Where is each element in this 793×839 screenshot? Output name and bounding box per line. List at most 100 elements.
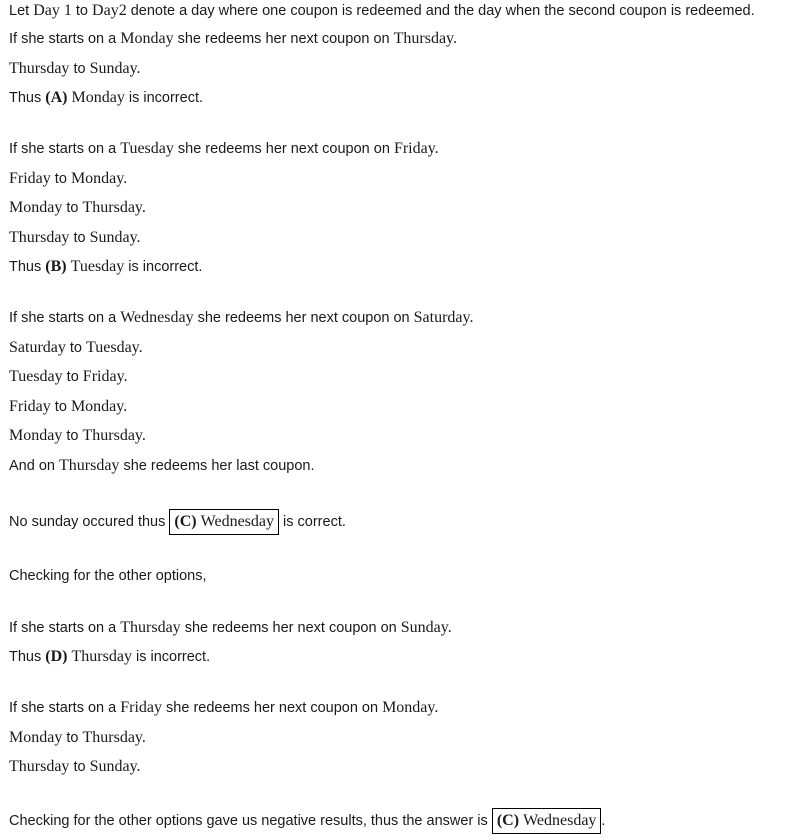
text: If she starts on a [9, 619, 121, 636]
text: Thus [9, 259, 46, 275]
text: she redeems her next coupon on [180, 619, 401, 636]
math-text: Wednesday [523, 812, 597, 830]
math-text: Sunday. [400, 618, 452, 636]
option-label: (B) [45, 258, 67, 275]
last-coupon-line: And on Thursday she redeems her last cou… [9, 451, 789, 481]
solution-document: Let Day 1 to Day2 denote a day where one… [9, 0, 789, 839]
text: to [50, 170, 71, 187]
math-text: Monday [71, 89, 125, 106]
text: to [62, 428, 83, 444]
math-text: Friday [9, 169, 51, 187]
math-text: Wednesday [120, 309, 194, 326]
conclusion-a-line: Thus (A) Monday is incorrect. [9, 83, 789, 113]
boxed-answer: (C) Wednesday [491, 808, 602, 835]
math-text: Monday [9, 728, 63, 746]
text: If she starts on a [9, 700, 121, 716]
math-text: Thursday [9, 228, 70, 246]
math-text: Day2 [92, 2, 127, 19]
option-label: (C) [174, 513, 197, 531]
text: Checking for the other options, [9, 567, 207, 584]
text: she redeems her next coupon on [162, 700, 383, 716]
text: denote a day where one coupon is redeeme… [126, 3, 755, 19]
math-text: Thursday. [82, 427, 146, 444]
option-label: (A) [45, 89, 68, 106]
math-text: Friday [120, 699, 163, 716]
step-line: Thursday to Sunday. [9, 223, 789, 253]
math-text: Tuesday [70, 258, 125, 275]
math-text: Thursday [9, 758, 70, 775]
step-line: Tuesday to Friday. [9, 362, 789, 392]
text: to [71, 3, 93, 19]
option-label: (C) [496, 812, 520, 830]
math-text: Sunday. [89, 758, 141, 775]
text: to [69, 229, 90, 246]
math-text: Monday. [70, 169, 128, 187]
math-text: Wednesday [200, 513, 275, 531]
step-line: Monday to Thursday. [9, 723, 789, 753]
text: to [62, 729, 83, 746]
friday-start-line: If she starts on a Friday she redeems he… [9, 693, 789, 723]
math-text: Saturday [9, 338, 66, 356]
text: to [65, 339, 87, 356]
math-text: Thursday [9, 59, 70, 77]
step-line: Monday to Thursday. [9, 193, 789, 223]
checking-line: Checking for the other options, [9, 562, 789, 592]
math-text: Friday [9, 397, 51, 415]
math-text: Friday. [82, 368, 128, 385]
step-line: Monday to Thursday. [9, 421, 789, 451]
text: Let [9, 3, 34, 19]
text: she redeems her next coupon on [173, 141, 394, 157]
math-text: Sunday. [89, 228, 141, 246]
text: to [62, 200, 83, 216]
math-text: Monday [120, 30, 174, 47]
text: Thus [9, 90, 46, 106]
math-text: Tuesday. [86, 338, 143, 356]
text: she redeems her last coupon. [119, 457, 315, 474]
math-text: Thursday. [393, 30, 458, 47]
text: is incorrect. [124, 90, 204, 106]
text: is incorrect. [131, 649, 211, 665]
math-text: Tuesday [9, 368, 63, 385]
text: If she starts on a [9, 31, 121, 47]
text: . [601, 813, 606, 829]
math-text: Monday [9, 199, 63, 216]
boxed-answer: (C) Wednesday [169, 509, 280, 536]
math-text: Day [33, 2, 60, 19]
conclusion-b-line: Thus (B) Tuesday is incorrect. [9, 252, 789, 282]
text: she redeems her next coupon on [193, 310, 414, 326]
step-line: Saturday to Tuesday. [9, 333, 789, 363]
tuesday-start-line: If she starts on a Tuesday she redeems h… [9, 134, 789, 164]
step-line: Thursday to Sunday. [9, 752, 789, 782]
text: to [69, 759, 90, 775]
math-text: Thursday. [82, 728, 146, 746]
wednesday-start-line: If she starts on a Wednesday she redeems… [9, 303, 789, 333]
thursday-start-line: If she starts on a Thursday she redeems … [9, 613, 789, 643]
correct-option-line: No sunday occured thus (C) Wednesday is … [9, 504, 789, 540]
math-text: 1 [63, 2, 72, 19]
text: And on [9, 457, 59, 474]
math-text: Sunday. [89, 59, 141, 77]
step-line: Friday to Monday. [9, 392, 789, 422]
text: No sunday occured thus [9, 514, 170, 530]
text: to [69, 60, 90, 77]
math-text: Tuesday [120, 140, 174, 157]
text: she redeems her next coupon on [173, 31, 394, 47]
conclusion-d-line: Thus (D) Thursday is incorrect. [9, 642, 789, 672]
text: If she starts on a [9, 141, 121, 157]
text: to [62, 369, 83, 385]
text: is incorrect. [124, 259, 203, 275]
option-label: (D) [45, 648, 68, 665]
math-text: Thursday [71, 648, 132, 665]
math-text: Monday [9, 427, 63, 444]
math-text: Saturday. [413, 309, 474, 326]
math-text: Thursday [120, 618, 181, 636]
math-text: Friday. [393, 140, 439, 157]
text: Checking for the other options gave us n… [9, 813, 492, 829]
